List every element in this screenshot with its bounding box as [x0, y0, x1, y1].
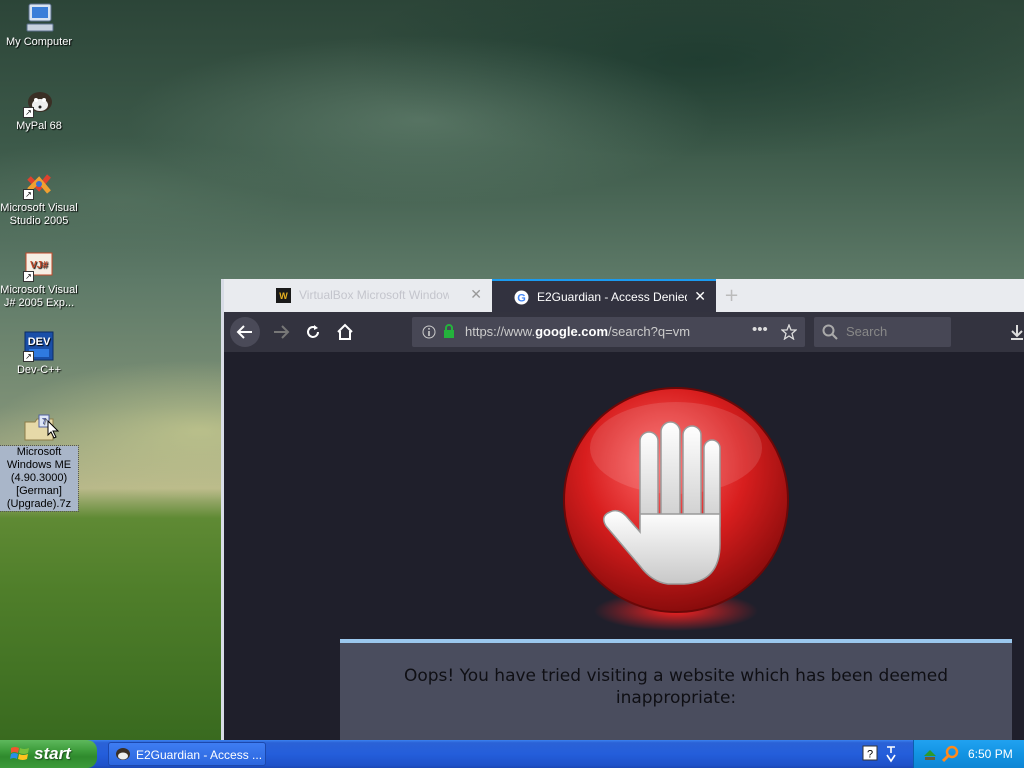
start-label: start — [34, 744, 71, 763]
url-text: https://www.google.com/search?q=vm — [465, 324, 691, 339]
desktop-icon-windows-me-archive[interactable]: 7 Microsoft Windows ME (4.90.3000) [Germ… — [0, 412, 79, 512]
mypal-icon — [116, 748, 130, 760]
visual-jsharp-icon: VJ# ↗ — [23, 250, 55, 282]
visual-studio-icon: ↗ — [23, 168, 55, 200]
svg-text:?: ? — [867, 749, 873, 761]
close-icon[interactable]: ✕ — [470, 286, 482, 303]
magnifier-icon[interactable] — [942, 745, 960, 763]
desktop-icon-visual-jsharp[interactable]: VJ# ↗ Microsoft Visual J# 2005 Exp... — [0, 250, 78, 310]
computer-icon — [23, 2, 55, 34]
url-bar[interactable]: https://www.google.com/search?q=vm ••• — [412, 317, 805, 347]
desktop-icon-label: MyPal 68 — [16, 120, 62, 132]
star-icon[interactable] — [781, 324, 797, 340]
back-button[interactable] — [230, 317, 260, 347]
reload-button[interactable] — [298, 317, 328, 347]
system-tray: 6:50 PM — [913, 740, 1024, 768]
stop-hand-icon — [563, 387, 789, 631]
tab-e2guardian[interactable]: G E2Guardian - Access Denied ✕ — [492, 279, 716, 312]
search-bar[interactable]: Search — [814, 317, 951, 347]
safely-remove-icon[interactable] — [922, 746, 938, 762]
mouse-cursor-icon — [47, 420, 60, 439]
desktop-icon-my-computer[interactable]: My Computer — [0, 2, 78, 49]
tab-title: VirtualBox Microsoft Windows ME — [299, 288, 449, 302]
shortcut-arrow-icon: ↗ — [23, 271, 34, 282]
desktop-icon-mypal[interactable]: ↗ MyPal 68 — [0, 86, 78, 133]
windows-logo-icon — [10, 747, 29, 760]
shortcut-arrow-icon: ↗ — [23, 107, 34, 118]
page-actions-icon[interactable]: ••• — [752, 321, 768, 338]
download-icon[interactable] — [1010, 324, 1024, 340]
archive-icon: 7 — [23, 412, 60, 444]
network-icon[interactable] — [884, 745, 898, 763]
desktop-icon-visual-studio[interactable]: ↗ Microsoft Visual Studio 2005 — [0, 168, 78, 228]
tab-virtualbox[interactable]: W VirtualBox Microsoft Windows ME ✕ — [254, 279, 492, 312]
clock: 6:50 PM — [968, 747, 1013, 761]
arrow-left-icon — [236, 325, 252, 339]
lock-icon — [444, 324, 454, 338]
home-icon — [337, 323, 353, 340]
desktop-icon-devcpp[interactable]: DEV ↗ Dev-C++ — [0, 330, 78, 377]
desktop-icon-label: Microsoft Windows ME (4.90.3000) [German… — [0, 445, 79, 512]
reload-icon — [307, 325, 319, 338]
taskbar-item-e2guardian[interactable]: E2Guardian - Access ... — [108, 742, 266, 766]
home-button[interactable] — [330, 317, 360, 347]
mypal-icon: ↗ — [23, 86, 55, 118]
block-message-box: Oops! You have tried visiting a website … — [340, 639, 1012, 740]
tab-favicon-icon: W — [276, 288, 291, 303]
shortcut-arrow-icon: ↗ — [23, 189, 34, 200]
page-content: Oops! You have tried visiting a website … — [224, 352, 1024, 740]
forward-button[interactable] — [266, 317, 296, 347]
browser-window: W VirtualBox Microsoft Windows ME ✕ G E2… — [221, 279, 1024, 740]
navigation-bar: https://www.google.com/search?q=vm ••• S… — [224, 312, 1024, 352]
tray-quick-icons: ? — [858, 744, 908, 764]
info-icon[interactable] — [422, 325, 436, 339]
tab-strip: W VirtualBox Microsoft Windows ME ✕ G E2… — [224, 279, 1024, 312]
desktop-icon-label: Microsoft Visual Studio 2005 — [0, 202, 78, 227]
new-tab-icon[interactable]: + — [724, 285, 739, 306]
svg-text:VJ#: VJ# — [30, 260, 48, 271]
svg-text:DEV: DEV — [28, 336, 51, 348]
svg-text:W: W — [279, 291, 288, 301]
block-message: Oops! You have tried visiting a website … — [403, 666, 949, 708]
help-icon[interactable]: ? — [862, 745, 878, 761]
close-icon[interactable]: ✕ — [694, 288, 706, 305]
devcpp-icon: DEV ↗ — [23, 330, 55, 362]
taskbar-item-label: E2Guardian - Access ... — [136, 748, 263, 762]
arrow-right-icon — [274, 325, 290, 339]
taskbar: start E2Guardian - Access ... ? 6:50 PM — [0, 740, 1024, 768]
search-icon — [822, 324, 838, 340]
start-button[interactable]: start — [0, 740, 97, 768]
search-placeholder: Search — [846, 324, 888, 339]
tab-title: E2Guardian - Access Denied — [537, 290, 687, 304]
desktop-icon-label: Microsoft Visual J# 2005 Exp... — [0, 284, 78, 309]
desktop-icon-label: My Computer — [5, 36, 73, 48]
svg-text:G: G — [517, 293, 526, 305]
shortcut-arrow-icon: ↗ — [23, 351, 34, 362]
desktop-icon-label: Dev-C++ — [16, 364, 62, 376]
google-icon: G — [514, 290, 529, 305]
